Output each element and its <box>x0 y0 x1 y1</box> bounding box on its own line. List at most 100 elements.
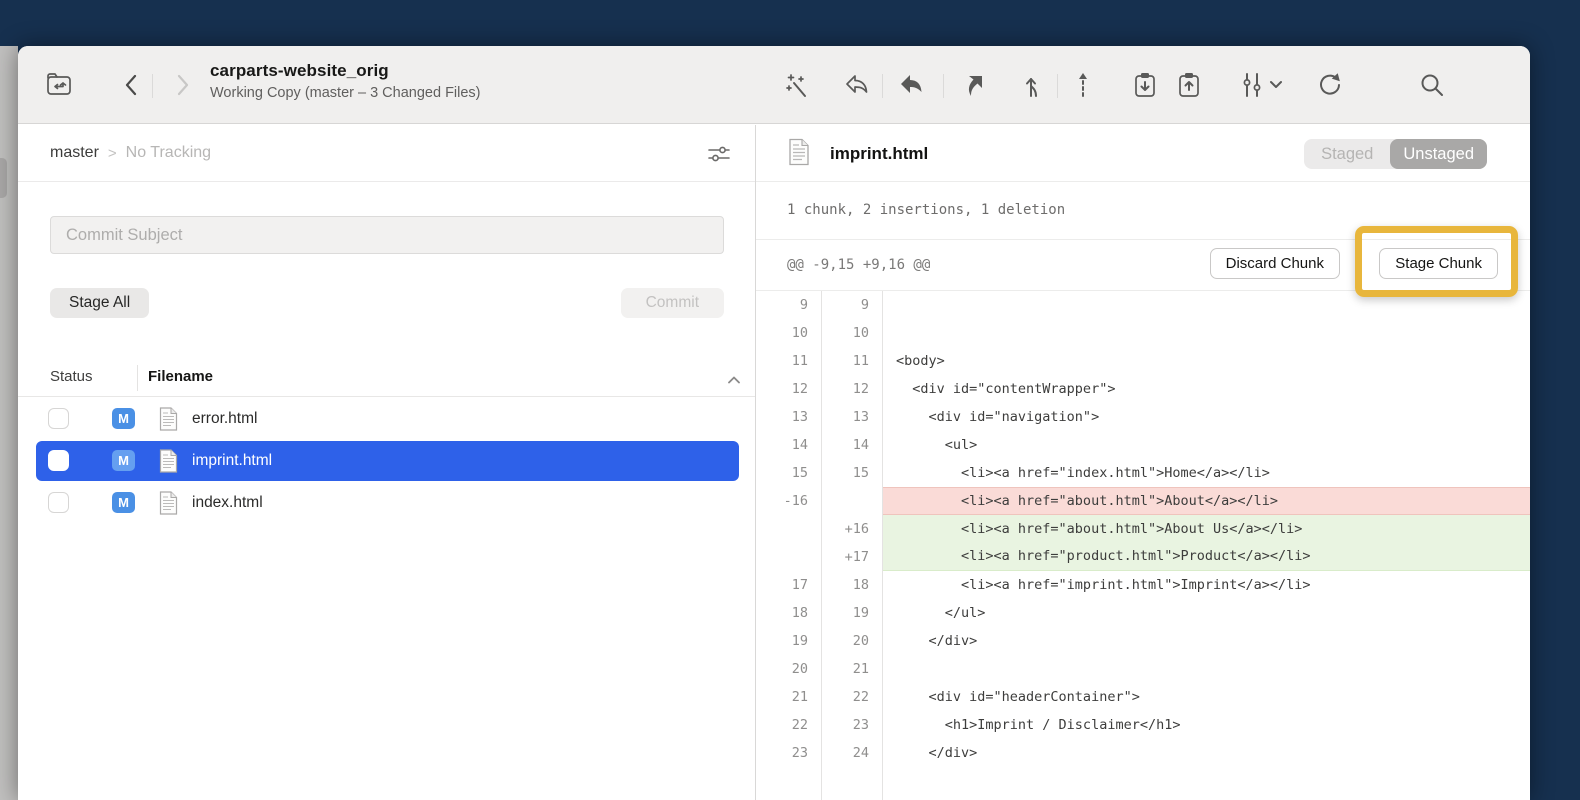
quick-launch-wand-icon[interactable] <box>781 68 815 102</box>
new-line-number: 18 <box>822 571 883 599</box>
old-line-number: 18 <box>756 599 822 627</box>
diff-line[interactable]: 13 13 <div id="navigation"> <box>756 403 1530 431</box>
refresh-icon[interactable] <box>1313 68 1347 102</box>
file-name: error.html <box>192 398 257 440</box>
diff-line[interactable]: 12 12 <div id="contentWrapper"> <box>756 375 1530 403</box>
status-badge: M <box>112 492 135 513</box>
diff-line[interactable]: 18 19 </ul> <box>756 599 1530 627</box>
discard-chunk-button[interactable]: Discard Chunk <box>1210 248 1340 279</box>
branch-name[interactable]: master <box>50 144 99 162</box>
stage-checkbox[interactable] <box>48 408 69 429</box>
old-line-number: 21 <box>756 683 822 711</box>
old-line-number: 11 <box>756 347 822 375</box>
diff-line[interactable]: 10 10 <box>756 319 1530 347</box>
file-list-header: Status Filename <box>18 359 755 397</box>
file-icon <box>159 407 178 431</box>
undo-icon[interactable] <box>841 68 875 102</box>
diff-line[interactable]: 15 15 <li><a href="index.html">Home</a><… <box>756 459 1530 487</box>
code-text <box>883 655 1530 683</box>
code-text: <div id="contentWrapper"> <box>883 375 1530 403</box>
push-icon[interactable] <box>1172 68 1206 102</box>
workflow-options-icon[interactable] <box>1235 68 1287 102</box>
staged-tab[interactable]: Staged <box>1304 139 1390 169</box>
diff-file-header: imprint.html Staged Unstaged <box>756 125 1530 182</box>
diff-content: 9 9 10 10 11 11 <body> 12 12 <div id="co… <box>756 291 1530 800</box>
background-window-edge <box>0 46 18 800</box>
new-line-number: 19 <box>822 599 883 627</box>
diff-line[interactable]: 19 20 </div> <box>756 627 1530 655</box>
old-line-number: 10 <box>756 319 822 347</box>
diff-line[interactable]: 23 24 </div> <box>756 739 1530 767</box>
old-line-number: 9 <box>756 291 822 319</box>
repository-icon[interactable] <box>42 68 76 102</box>
back-button[interactable] <box>114 68 148 102</box>
changed-files-list: M error.html M imprint.html M <box>18 398 755 524</box>
diff-line[interactable]: +17 <li><a href="product.html">Product</… <box>756 543 1530 571</box>
code-text: <li><a href="about.html">About</a></li> <box>883 487 1530 515</box>
stash-icon[interactable] <box>895 68 929 102</box>
file-row[interactable]: M index.html <box>18 482 755 524</box>
commit-button[interactable]: Commit <box>621 288 724 318</box>
tracking-status[interactable]: No Tracking <box>126 144 211 162</box>
view-options-icon[interactable] <box>706 141 732 167</box>
file-icon <box>159 449 178 473</box>
stage-checkbox[interactable] <box>48 450 69 471</box>
new-line-number: 20 <box>822 627 883 655</box>
unstaged-tab[interactable]: Unstaged <box>1390 139 1487 169</box>
desktop-background: carparts-website_orig Working Copy (mast… <box>0 0 1580 800</box>
file-row[interactable]: M error.html <box>18 398 755 440</box>
selection-highlight <box>36 441 739 481</box>
code-text <box>883 767 1530 800</box>
diff-line[interactable]: +16 <li><a href="about.html">About Us</a… <box>756 515 1530 543</box>
diff-line[interactable]: 11 11 <body> <box>756 347 1530 375</box>
diff-line[interactable]: 14 14 <ul> <box>756 431 1530 459</box>
file-row[interactable]: M imprint.html <box>18 440 755 482</box>
diff-stats-row: 1 chunk, 2 insertions, 1 deletion <box>756 183 1530 240</box>
code-text <box>883 319 1530 347</box>
rebase-icon[interactable] <box>1066 68 1100 102</box>
old-line-number: 14 <box>756 431 822 459</box>
diff-line[interactable]: 22 23 <h1>Imprint / Disclaimer</h1> <box>756 711 1530 739</box>
search-icon[interactable] <box>1415 68 1449 102</box>
pull-icon[interactable] <box>1128 68 1162 102</box>
old-line-number: 20 <box>756 655 822 683</box>
file-icon <box>788 138 810 166</box>
old-line-number: -16 <box>756 487 822 515</box>
old-line-number: 23 <box>756 739 822 767</box>
code-text <box>883 291 1530 319</box>
diff-line[interactable]: 20 21 <box>756 655 1530 683</box>
apply-stash-icon[interactable] <box>955 68 989 102</box>
repository-subtitle: Working Copy (master – 3 Changed Files) <box>210 85 481 101</box>
code-text: <div id="headerContainer"> <box>883 683 1530 711</box>
main-toolbar: carparts-website_orig Working Copy (mast… <box>18 46 1530 124</box>
diff-line[interactable]: -16 <li><a href="about.html">About</a></… <box>756 487 1530 515</box>
filename-column-header[interactable]: Filename <box>148 368 213 385</box>
diff-line[interactable]: 17 18 <li><a href="imprint.html">Imprint… <box>756 571 1530 599</box>
code-text: </div> <box>883 739 1530 767</box>
merge-branch-icon[interactable] <box>1016 68 1050 102</box>
hunk-header-row: @@ -9,15 +9,16 @@ Discard Chunk Stage Ch… <box>756 241 1530 291</box>
repository-title: carparts-website_orig <box>210 61 481 81</box>
status-column-header[interactable]: Status <box>50 368 93 385</box>
sort-chevron-icon[interactable] <box>727 372 741 390</box>
stage-all-button[interactable]: Stage All <box>50 288 149 318</box>
diff-line[interactable]: 21 22 <div id="headerContainer"> <box>756 683 1530 711</box>
file-name: index.html <box>192 482 263 524</box>
new-line-number: 21 <box>822 655 883 683</box>
stage-chunk-button[interactable]: Stage Chunk <box>1379 248 1498 279</box>
diff-filename: imprint.html <box>830 125 928 182</box>
new-line-number: 24 <box>822 739 883 767</box>
old-line-number: 13 <box>756 403 822 431</box>
diff-line[interactable]: 9 9 <box>756 291 1530 319</box>
new-line-number: +17 <box>822 543 883 571</box>
toolbar-divider <box>882 74 883 98</box>
forward-button[interactable] <box>166 68 200 102</box>
commit-subject-input[interactable] <box>50 216 724 254</box>
old-line-number <box>756 543 822 571</box>
stage-checkbox[interactable] <box>48 492 69 513</box>
background-window-handle <box>0 158 7 198</box>
new-line-number: 15 <box>822 459 883 487</box>
old-line-number: 12 <box>756 375 822 403</box>
old-line-number: 17 <box>756 571 822 599</box>
new-line-number <box>822 487 883 515</box>
